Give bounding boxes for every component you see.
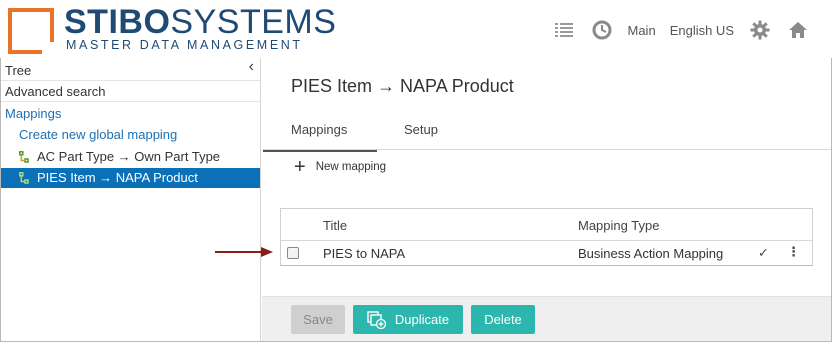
- sidebar-item-label: PIES Item → NAPA Product: [37, 170, 198, 185]
- sidebar: ‹ Tree Advanced search Mappings Create n…: [1, 58, 261, 341]
- create-global-mapping-link[interactable]: Create new global mapping: [1, 125, 260, 145]
- sidebar-item-label: AC Part Type → Own Part Type: [37, 149, 221, 164]
- sidebar-item-advanced-search[interactable]: Advanced search: [1, 82, 260, 102]
- column-title[interactable]: Title: [323, 218, 347, 233]
- stibo-logo: STIBOSYSTEMS MASTER DATA MANAGEMENT: [8, 4, 336, 54]
- logo-name-bold: STIBO: [64, 3, 171, 41]
- duplicate-label: Duplicate: [394, 312, 450, 327]
- mapping-icon: [19, 172, 29, 184]
- new-mapping-button[interactable]: + New mapping: [294, 156, 387, 178]
- table-row[interactable]: PIES to NAPA Business Action Mapping ✓ ⋮: [281, 241, 812, 266]
- row-mapping-type: Business Action Mapping: [578, 246, 724, 261]
- logo-name-light: SYSTEMS: [170, 3, 337, 41]
- save-button[interactable]: Save: [291, 305, 345, 334]
- pointer-arrow-icon: [215, 247, 273, 257]
- mappings-table: Title Mapping Type PIES to NAPA Business…: [280, 208, 813, 266]
- logo-name: STIBOSYSTEMS: [64, 4, 336, 40]
- history-icon[interactable]: [590, 18, 614, 42]
- language-selector[interactable]: English US: [670, 23, 734, 38]
- sidebar-item-ac-part-type[interactable]: AC Part Type → Own Part Type: [1, 147, 260, 167]
- tab-mappings[interactable]: Mappings: [262, 122, 378, 152]
- logo-tagline: MASTER DATA MANAGEMENT: [66, 38, 303, 52]
- duplicate-button[interactable]: Duplicate: [353, 305, 463, 334]
- action-footer: Save Duplicate Delete: [262, 296, 831, 341]
- sidebar-item-mappings[interactable]: Mappings: [1, 104, 260, 124]
- tab-bar: Mappings Setup: [262, 116, 831, 152]
- new-mapping-label: New mapping: [315, 161, 387, 173]
- page-title: PIES Item → NAPA Product: [291, 76, 514, 96]
- tab-setup[interactable]: Setup: [404, 122, 438, 137]
- logo-mark-icon: [8, 8, 54, 54]
- duplicate-icon: [367, 310, 387, 329]
- header-actions: Main English US: [538, 16, 811, 44]
- sidebar-item-tree[interactable]: Tree: [1, 61, 260, 81]
- row-checkbox[interactable]: [287, 247, 299, 259]
- settings-icon[interactable]: [748, 18, 772, 42]
- column-mapping-type[interactable]: Mapping Type: [578, 218, 659, 233]
- header: STIBOSYSTEMS MASTER DATA MANAGEMENT Main…: [0, 0, 832, 58]
- list-icon[interactable]: [552, 18, 576, 42]
- delete-button[interactable]: Delete: [471, 305, 535, 334]
- sidebar-item-pies-item[interactable]: PIES Item → NAPA Product: [1, 168, 260, 188]
- row-menu-icon[interactable]: ⋮: [787, 244, 800, 260]
- mapping-icon: [19, 151, 29, 163]
- check-icon: ✓: [758, 245, 769, 260]
- row-title[interactable]: PIES to NAPA: [323, 246, 405, 261]
- plus-icon: +: [294, 156, 306, 178]
- context-selector[interactable]: Main: [628, 23, 656, 38]
- home-icon[interactable]: [786, 18, 810, 42]
- table-header: Title Mapping Type: [281, 209, 812, 241]
- main-panel: PIES Item → NAPA Product Mappings Setup …: [262, 58, 831, 341]
